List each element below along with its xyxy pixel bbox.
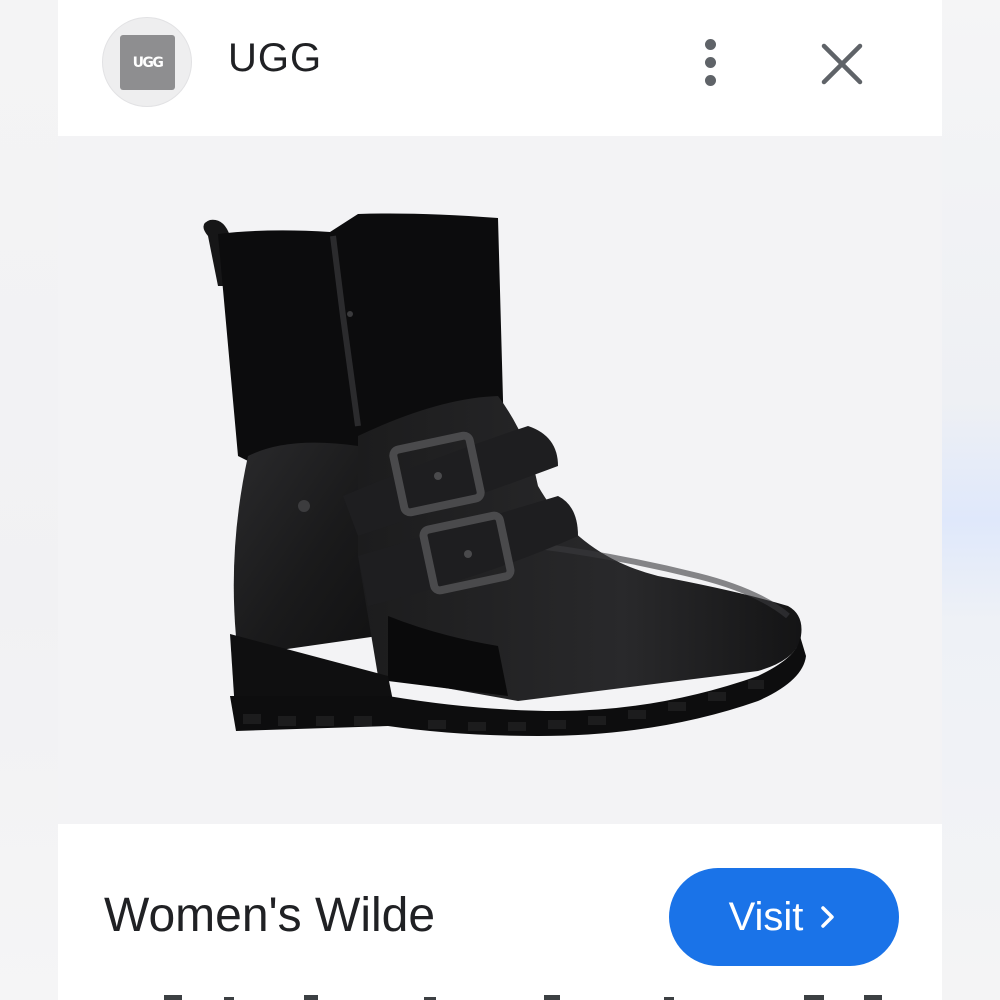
card-header: UGG UGG bbox=[58, 0, 942, 136]
more-vert-icon bbox=[704, 38, 716, 50]
close-icon bbox=[821, 43, 863, 85]
chevron-right-icon bbox=[821, 906, 835, 928]
brand-name[interactable]: UGG bbox=[228, 36, 322, 81]
truncated-description bbox=[104, 990, 894, 1000]
more-vert-icon-dot bbox=[704, 56, 716, 68]
boot-image bbox=[203, 213, 806, 736]
more-options-button[interactable] bbox=[686, 34, 734, 90]
brand-logo-badge: UGG bbox=[120, 35, 175, 90]
close-button[interactable] bbox=[816, 38, 868, 90]
visit-button-label: Visit bbox=[728, 894, 804, 939]
product-card: UGG UGG Women's Wilde Visit bbox=[58, 0, 942, 1000]
brand-logo-text: UGG bbox=[132, 54, 164, 71]
product-image[interactable] bbox=[58, 136, 942, 824]
visit-button[interactable]: Visit bbox=[669, 868, 899, 966]
product-title[interactable]: Women's Wilde bbox=[104, 888, 435, 943]
brand-logo[interactable]: UGG bbox=[102, 17, 192, 107]
background-right-edge bbox=[942, 0, 1000, 1000]
background-left-edge bbox=[0, 0, 58, 1000]
more-vert-icon-dot bbox=[704, 74, 716, 86]
